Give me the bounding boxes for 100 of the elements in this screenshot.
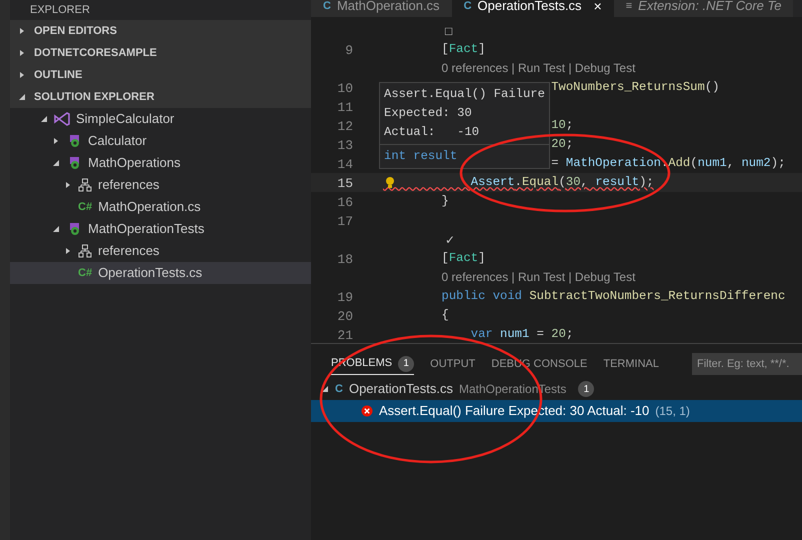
collapsed-caret-icon[interactable]: [18, 49, 26, 57]
line-number: 19: [337, 290, 353, 304]
line-number: 12: [337, 118, 353, 134]
section-header[interactable]: OUTLINE: [10, 64, 311, 86]
line-number: 21: [337, 328, 353, 342]
check-icon: ✓: [445, 232, 455, 246]
close-icon[interactable]: ×: [594, 0, 602, 16]
code-token: ]: [478, 251, 486, 266]
csharp-file-icon: C#: [78, 198, 92, 216]
collapsed-caret-icon[interactable]: [64, 181, 72, 189]
code-token: =: [536, 327, 544, 342]
code-token: .: [514, 175, 522, 190]
code-token: Fact: [448, 42, 478, 56]
code-token: (: [558, 175, 566, 190]
code-token: void: [492, 289, 522, 304]
csharp-file-icon: C#: [78, 264, 92, 282]
line-number: 10: [337, 80, 353, 96]
references-icon: [78, 244, 92, 258]
code-token: var: [470, 327, 493, 342]
panel-tab[interactable]: OUTPUT: [430, 353, 476, 375]
code-lens[interactable]: 0 references | Run Test | Debug Test: [442, 60, 636, 75]
expanded-caret-icon[interactable]: [18, 93, 26, 101]
csharp-file-icon: C: [335, 380, 343, 398]
code-token: Add: [668, 156, 690, 170]
code-token: =: [551, 156, 559, 170]
tree-item[interactable]: references: [10, 240, 311, 262]
tree-item[interactable]: C# MathOperation.cs: [10, 196, 311, 218]
code-token: [: [442, 251, 449, 266]
code-token: }: [442, 194, 449, 208]
collapsed-caret-icon[interactable]: [18, 71, 26, 79]
tree-item-label: Calculator: [88, 132, 147, 150]
filter-field[interactable]: Filter. Eg: text, **/*.: [692, 353, 802, 375]
code-token: Fact: [448, 251, 478, 266]
problem-location: (15, 1): [655, 403, 690, 420]
code-token: result: [595, 175, 640, 190]
editor-tab[interactable]: ≡ Extension: .NET Core Te: [614, 0, 794, 17]
code-token: ;: [566, 137, 574, 152]
code-token: 30: [566, 175, 581, 190]
code-lens[interactable]: 0 references | Run Test | Debug Test: [442, 270, 636, 284]
line-number: 18: [337, 252, 353, 266]
solution-icon: [54, 112, 70, 126]
hover-message: Actual: -10: [384, 124, 480, 141]
code-token: 20: [551, 327, 566, 342]
expanded-caret-icon[interactable]: [321, 385, 329, 393]
tree-item-label: MathOperation.cs: [98, 198, 201, 216]
collapsed-caret-icon[interactable]: [52, 137, 60, 145]
expanded-caret-icon[interactable]: [52, 159, 60, 167]
references-icon: [78, 178, 92, 192]
code-token: );: [639, 175, 654, 190]
code-token: ]: [478, 42, 486, 56]
expanded-caret-icon[interactable]: [40, 115, 48, 123]
tree-item[interactable]: references: [10, 174, 311, 196]
line-number: 16: [337, 194, 353, 210]
code-token: public: [442, 289, 486, 304]
tree-item-label: references: [98, 242, 160, 260]
collapsed-caret-icon[interactable]: [18, 27, 26, 35]
code-token: [: [442, 42, 449, 56]
code-token: num1: [698, 156, 727, 170]
code-token: 10: [551, 118, 566, 132]
line-number: 17: [337, 214, 353, 228]
code-token: ,: [726, 156, 734, 170]
line-number: 13: [337, 138, 353, 152]
editor-tab[interactable]: C MathOperation.cs: [311, 0, 452, 17]
file-name: OperationTests.cs: [348, 380, 453, 398]
hover-message: Assert.Equal() Failure: [384, 86, 545, 103]
tree-item[interactable]: SimpleCalculator: [10, 108, 311, 130]
hover-signature: int result: [384, 149, 458, 163]
tree-item-label: OperationTests.cs: [98, 264, 202, 282]
test-status-icon: □: [445, 24, 452, 38]
lightbulb-icon[interactable]: [385, 176, 395, 189]
line-number: 11: [337, 100, 353, 114]
section-header[interactable]: DOTNETCORESAMPLE: [10, 42, 311, 64]
code-token: .: [660, 156, 668, 170]
line-number: 15: [337, 176, 353, 190]
tree-item[interactable]: C# OperationTests.cs: [10, 262, 311, 284]
tree-item[interactable]: Calculator: [10, 130, 311, 152]
expanded-caret-icon[interactable]: [52, 225, 60, 233]
hover-message: Expected: 30: [384, 105, 473, 122]
tree-item-label: references: [98, 176, 160, 194]
section-header[interactable]: SOLUTION EXPLORER: [10, 86, 311, 108]
csharp-file-icon: C: [323, 0, 331, 14]
code-token: (): [704, 80, 720, 94]
tree-item[interactable]: MathOperationTests: [10, 218, 311, 240]
count-badge: 1: [578, 381, 594, 397]
document-icon: ≡: [626, 0, 632, 14]
code-token: );: [770, 156, 786, 170]
code-token: MathOperation: [566, 156, 661, 170]
tree-item-label: MathOperations: [88, 154, 180, 172]
line-number: 9: [345, 42, 353, 58]
editor-tab[interactable]: C OperationTests.cs ×: [452, 0, 614, 17]
code-token: ;: [566, 118, 574, 132]
code-token: {: [442, 308, 449, 322]
panel-tab[interactable]: TERMINAL: [603, 353, 659, 375]
collapsed-caret-icon[interactable]: [64, 247, 72, 255]
tree-item-label: MathOperationTests: [88, 220, 204, 238]
line-number: 14: [337, 156, 353, 172]
tree-item[interactable]: MathOperations: [10, 152, 311, 174]
code-token: num1: [500, 327, 530, 342]
code-token: ;: [566, 327, 574, 342]
section-header[interactable]: OPEN EDITORS: [10, 20, 311, 42]
